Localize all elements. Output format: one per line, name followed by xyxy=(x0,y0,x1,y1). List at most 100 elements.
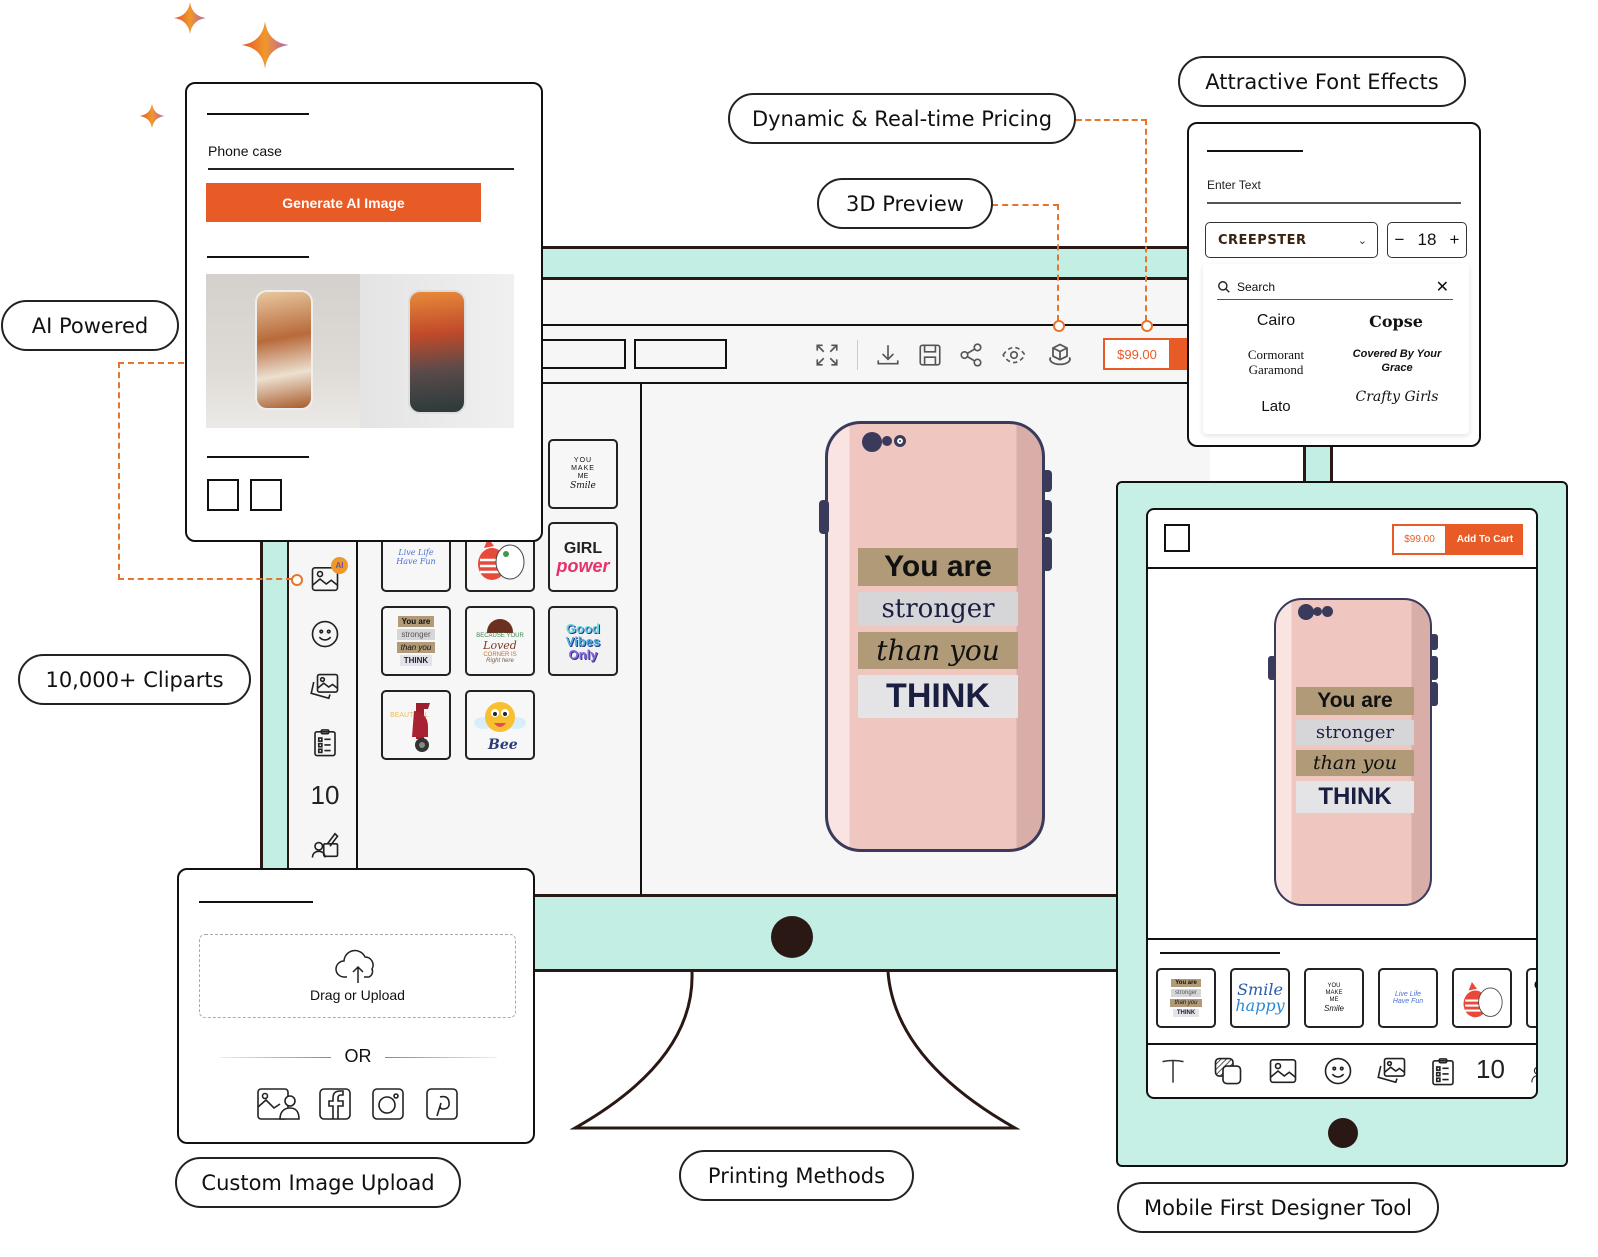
phone-side-button xyxy=(1430,656,1438,680)
mobile-clipart-girl-power[interactable]: GIRL xyxy=(1526,968,1536,1028)
font-select-value: CREEPSTER xyxy=(1218,232,1307,248)
toolbar-field-2[interactable] xyxy=(634,339,727,369)
clipart-you-are-stronger[interactable]: You are stronger than you THINK xyxy=(381,606,451,676)
clipart-text: Vibes xyxy=(565,633,601,649)
fullscreen-icon[interactable] xyxy=(812,340,842,370)
design-line-2[interactable]: stronger xyxy=(858,592,1018,626)
monitor-camera xyxy=(771,916,813,958)
price-display: $99.00 xyxy=(1103,338,1171,370)
font-option-copse[interactable]: Copse xyxy=(1337,312,1455,331)
mobile-clipart-live-life[interactable]: Live Life Have Fun xyxy=(1378,968,1438,1028)
panel-divider xyxy=(640,383,642,895)
clipart-scooter[interactable]: BEAUTIFUL xyxy=(381,690,451,760)
close-icon[interactable]: ✕ xyxy=(1436,277,1449,297)
mobile-price: $99.00 xyxy=(1392,524,1447,555)
ai-prompt-input[interactable]: Phone case xyxy=(208,140,514,170)
design-line-4[interactable]: THINK xyxy=(1296,781,1414,813)
clipart-text: Right here xyxy=(486,657,514,664)
phone-side-button xyxy=(1430,682,1438,706)
clipart-girl-power[interactable]: GIRL power xyxy=(548,522,618,592)
mobile-count-tool[interactable]: 10 xyxy=(1476,1054,1510,1084)
font-option-lato[interactable]: Lato xyxy=(1217,398,1335,415)
instagram-icon[interactable] xyxy=(370,1086,406,1122)
photo-edit-icon[interactable] xyxy=(308,828,342,862)
clipart-text: THINK xyxy=(399,655,433,666)
phone-case-preview[interactable]: You are stronger than you THINK xyxy=(825,421,1045,852)
or-divider-right xyxy=(385,1057,497,1058)
gallery-icon[interactable] xyxy=(308,670,342,704)
panel-title-bar xyxy=(1207,150,1303,152)
sidebar-count[interactable]: 10 xyxy=(308,780,342,812)
font-option-cormorant[interactable]: Cormorant Garamond xyxy=(1221,347,1331,377)
gallery-user-icon[interactable] xyxy=(255,1086,301,1122)
save-icon[interactable] xyxy=(915,340,945,370)
mobile-home-button[interactable] xyxy=(1328,1118,1358,1148)
sparkle-icon xyxy=(174,2,206,34)
mobile-clipart-smile-happy[interactable]: Smile happy xyxy=(1230,968,1290,1028)
share-icon[interactable] xyxy=(956,340,986,370)
eye-icon[interactable] xyxy=(998,340,1030,370)
mobile-add-to-cart-button[interactable]: Add To Cart xyxy=(1447,524,1523,555)
mobile-screen: $99.00 Add To Cart You are stronger than… xyxy=(1146,508,1538,1099)
drop-zone[interactable]: Drag or Upload xyxy=(199,934,516,1018)
generate-ai-image-button[interactable]: Generate AI Image xyxy=(206,183,481,222)
clipart-text: Smile xyxy=(570,481,596,491)
image-tool-icon[interactable] xyxy=(1267,1055,1299,1087)
mobile-clipart-you-make-me-smile[interactable]: YOU MAKE ME Smile xyxy=(1304,968,1364,1028)
connector-pricing xyxy=(1076,119,1147,321)
clipart-text: than you xyxy=(1170,999,1202,1007)
mobile-design-text-block[interactable]: You are stronger than you THINK xyxy=(1296,682,1414,818)
font-option-crafty-girls[interactable]: Crafty Girls xyxy=(1353,390,1441,405)
clipart-because-loved[interactable]: BECAUSE YOUR Loved CORNER IS Right here xyxy=(465,606,535,676)
download-icon[interactable] xyxy=(873,340,903,370)
mobile-clipart-stronger[interactable]: You are stronger than you THINK xyxy=(1156,968,1216,1028)
pinterest-icon[interactable] xyxy=(424,1086,460,1122)
clipart-text: ME xyxy=(577,473,589,480)
facebook-icon[interactable] xyxy=(317,1086,353,1122)
font-search-input[interactable]: Search ✕ xyxy=(1217,274,1453,300)
clipboard-tool-icon[interactable] xyxy=(1427,1055,1459,1089)
design-line-3[interactable]: than you xyxy=(1296,750,1414,776)
design-line-4[interactable]: THINK xyxy=(858,675,1018,718)
ai-result-image-2[interactable] xyxy=(360,274,514,428)
decrease-size-button[interactable]: − xyxy=(1395,230,1405,250)
camera-lens xyxy=(1298,604,1314,620)
or-divider-left xyxy=(219,1057,331,1058)
person-tool-icon[interactable] xyxy=(1531,1062,1536,1086)
camera-flash xyxy=(1322,606,1333,617)
clipart-text: YOU xyxy=(573,457,593,464)
clipart-text: Live Life xyxy=(398,548,434,557)
3d-rotate-icon[interactable] xyxy=(1044,340,1076,370)
clipart-text: power xyxy=(556,556,610,576)
design-line-1[interactable]: You are xyxy=(1296,687,1414,715)
clipart-text: THINK xyxy=(1172,1009,1200,1017)
gallery-tool-icon[interactable] xyxy=(1376,1055,1408,1087)
design-line-3[interactable]: than you xyxy=(858,632,1018,669)
panel-title-bar xyxy=(207,113,309,115)
design-text-block[interactable]: You are stronger than you THINK xyxy=(858,542,1018,724)
mobile-menu-button[interactable] xyxy=(1164,524,1190,552)
mobile-toolbar-divider xyxy=(1148,1043,1536,1045)
mobile-phone-case-preview[interactable]: You are stronger than you THINK xyxy=(1274,598,1432,906)
font-option-cairo[interactable]: Cairo xyxy=(1217,312,1335,330)
increase-size-button[interactable]: + xyxy=(1450,230,1460,250)
design-line-1[interactable]: You are xyxy=(858,548,1018,586)
clipart-good-vibes[interactable]: Good Vibes Only xyxy=(548,606,618,676)
font-option-covered-by-your-grace[interactable]: Covered By Your Grace xyxy=(1351,347,1443,375)
background-tool-icon[interactable] xyxy=(1212,1055,1244,1087)
text-tool-icon[interactable] xyxy=(1158,1055,1188,1087)
clipart-you-make-me-smile[interactable]: YOU MAKE ME Smile xyxy=(548,439,618,509)
toolbar-field-1[interactable] xyxy=(540,339,626,369)
emoji-icon[interactable] xyxy=(308,617,342,651)
text-input[interactable]: Enter Text xyxy=(1207,178,1461,204)
mobile-clipart-christmas-cats[interactable] xyxy=(1452,968,1512,1028)
toolbar-separator xyxy=(857,340,858,370)
font-size-stepper[interactable]: − 18 + xyxy=(1387,222,1467,258)
emoji-tool-icon[interactable] xyxy=(1322,1055,1354,1087)
font-select[interactable]: CREEPSTER ⌄ xyxy=(1205,222,1378,258)
design-line-2[interactable]: stronger xyxy=(1296,720,1414,745)
mobile-section-title-bar xyxy=(1160,952,1280,954)
clipart-bee-kind[interactable]: Bee xyxy=(465,690,535,760)
feature-ai-powered: AI Powered xyxy=(1,300,179,351)
clipboard-list-icon[interactable] xyxy=(308,726,342,760)
